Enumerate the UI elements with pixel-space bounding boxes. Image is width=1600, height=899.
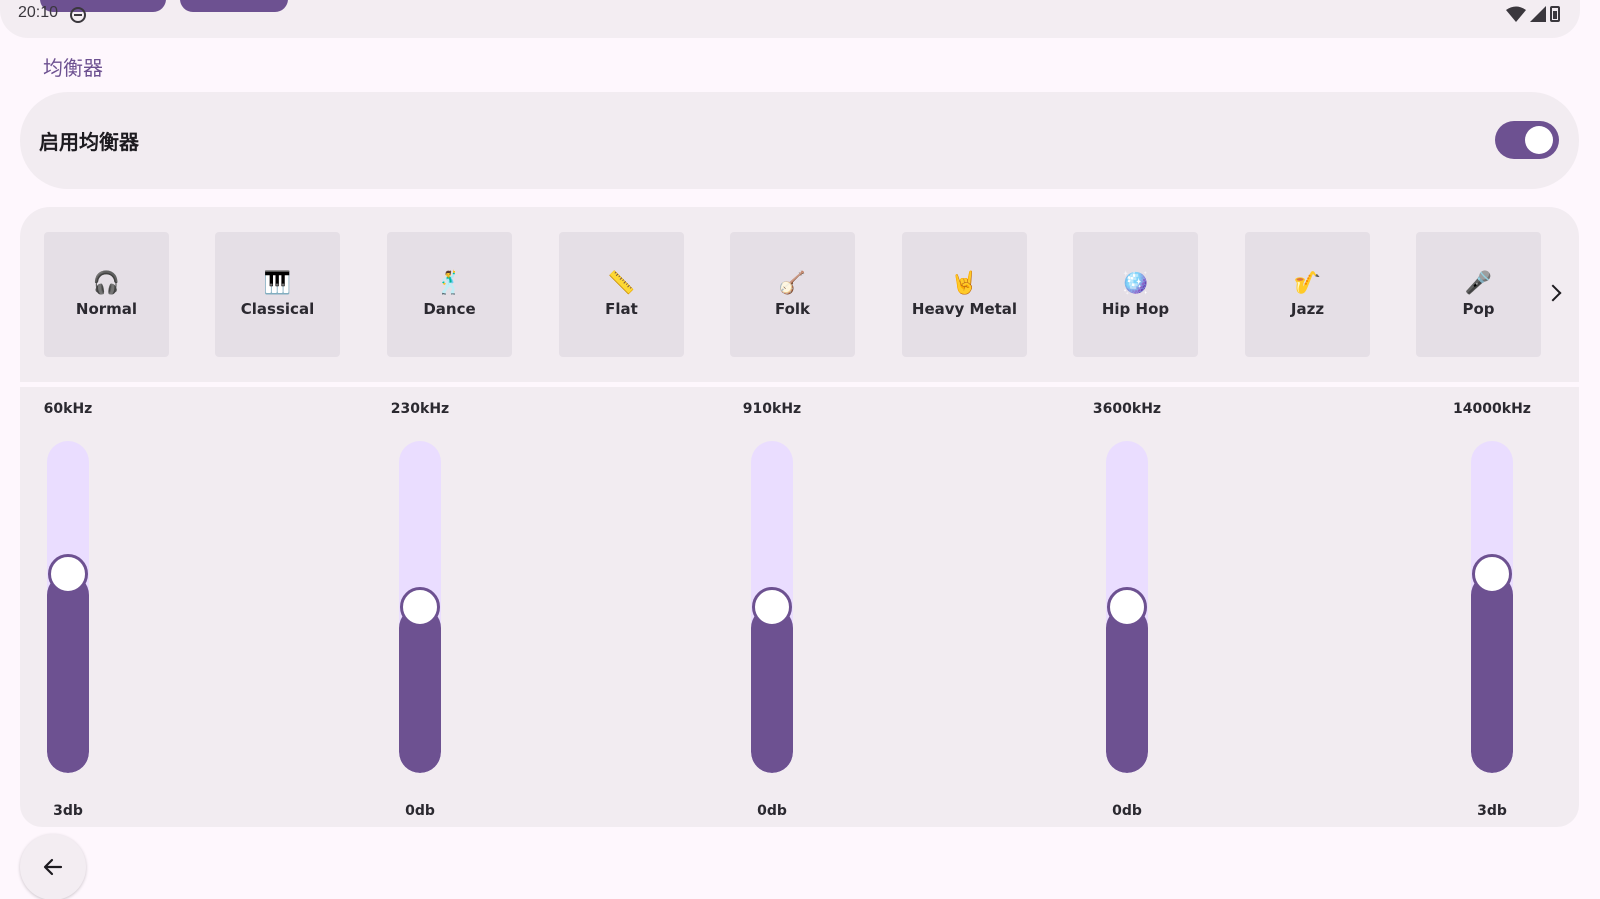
preset-normal[interactable]: 🎧 Normal bbox=[44, 232, 169, 357]
do-not-disturb-icon bbox=[70, 7, 86, 23]
slider-fill bbox=[399, 607, 441, 773]
rock-hand-icon: 🤘 bbox=[950, 270, 979, 296]
band-frequency-label: 60kHz bbox=[43, 401, 93, 417]
wifi-icon bbox=[1506, 6, 1526, 22]
dancer-icon: 🕺 bbox=[435, 270, 464, 296]
preset-pop[interactable]: 🎤 Pop bbox=[1416, 232, 1541, 357]
band-frequency-label: 910kHz bbox=[742, 401, 802, 417]
preset-label: Normal bbox=[75, 299, 138, 318]
enable-equalizer-switch[interactable] bbox=[1495, 121, 1559, 159]
ruler-icon: 📏 bbox=[607, 270, 636, 296]
battery-icon bbox=[1550, 6, 1560, 22]
band-gain-label: 0db bbox=[1112, 803, 1142, 819]
band-gain-label: 0db bbox=[757, 803, 787, 819]
slider-track[interactable] bbox=[1471, 441, 1513, 773]
band-frequency-label: 14000kHz bbox=[1453, 401, 1531, 417]
enable-equalizer-label: 启用均衡器 bbox=[39, 130, 139, 154]
disco-ball-icon: 🪩 bbox=[1121, 270, 1150, 296]
system-icons bbox=[1506, 6, 1560, 22]
preset-label: Jazz bbox=[1290, 299, 1325, 318]
preset-folk[interactable]: 🪕 Folk bbox=[730, 232, 855, 357]
arrow-back-icon bbox=[43, 858, 63, 876]
headphones-icon: 🎧 bbox=[92, 270, 121, 296]
band-gain-label: 0db bbox=[405, 803, 435, 819]
preset-jazz[interactable]: 🎷 Jazz bbox=[1245, 232, 1370, 357]
slider-thumb[interactable] bbox=[1107, 587, 1147, 627]
preset-label: Folk bbox=[774, 299, 811, 318]
band-gain-label: 3db bbox=[53, 803, 83, 819]
slider-fill bbox=[1106, 607, 1148, 773]
preset-label: Heavy Metal bbox=[911, 299, 1018, 318]
band-slider[interactable]: 3600kHz 0db bbox=[1067, 387, 1187, 827]
microphone-icon: 🎤 bbox=[1464, 270, 1493, 296]
top-tab-pill[interactable] bbox=[180, 0, 288, 12]
slider-thumb[interactable] bbox=[400, 587, 440, 627]
banjo-icon: 🪕 bbox=[778, 270, 807, 296]
preset-hip-hop[interactable]: 🪩 Hip Hop bbox=[1073, 232, 1198, 357]
band-frequency-label: 230kHz bbox=[390, 401, 450, 417]
slider-track[interactable] bbox=[47, 441, 89, 773]
slider-thumb[interactable] bbox=[1472, 554, 1512, 594]
presets-list: 🎧 Normal 🎹 Classical 🕺 Dance 📏 Flat 🪕 Folk 🤘 Heavy … bbox=[20, 207, 1579, 382]
section-title: 均衡器 bbox=[43, 56, 103, 80]
slider-thumb[interactable] bbox=[48, 554, 88, 594]
band-slider[interactable]: 60kHz 3db bbox=[8, 387, 128, 827]
preset-label: Dance bbox=[423, 299, 476, 318]
status-time: 20:10 bbox=[18, 4, 59, 21]
preset-label: Classical bbox=[240, 299, 315, 318]
preset-label: Pop bbox=[1462, 299, 1495, 318]
top-tab-pill[interactable] bbox=[40, 0, 166, 12]
band-gain-label: 3db bbox=[1477, 803, 1507, 819]
switch-knob bbox=[1525, 126, 1553, 154]
band-frequency-label: 3600kHz bbox=[1092, 401, 1162, 417]
slider-fill bbox=[751, 607, 793, 773]
chevron-right-icon[interactable] bbox=[1544, 284, 1562, 302]
back-button[interactable] bbox=[20, 834, 86, 899]
preset-label: Flat bbox=[605, 299, 638, 318]
preset-dance[interactable]: 🕺 Dance bbox=[387, 232, 512, 357]
band-slider[interactable]: 910kHz 0db bbox=[712, 387, 832, 827]
band-slider[interactable]: 14000kHz 3db bbox=[1432, 387, 1552, 827]
slider-fill bbox=[1471, 574, 1513, 773]
preset-heavy-metal[interactable]: 🤘 Heavy Metal bbox=[902, 232, 1027, 357]
piano-icon: 🎹 bbox=[263, 270, 292, 296]
preset-flat[interactable]: 📏 Flat bbox=[559, 232, 684, 357]
preset-label: Hip Hop bbox=[1101, 299, 1170, 318]
band-slider[interactable]: 230kHz 0db bbox=[360, 387, 480, 827]
status-bar: 20:10 bbox=[0, 0, 1580, 38]
cell-signal-icon bbox=[1530, 6, 1546, 22]
slider-fill bbox=[47, 574, 89, 773]
equalizer-bands: 60kHz 3db 230kHz 0db 910kHz 0db 3600kHz 0db 1400… bbox=[20, 387, 1579, 827]
enable-equalizer-row[interactable]: 启用均衡器 bbox=[20, 92, 1579, 189]
preset-classical[interactable]: 🎹 Classical bbox=[215, 232, 340, 357]
saxophone-icon: 🎷 bbox=[1293, 270, 1322, 296]
slider-thumb[interactable] bbox=[752, 587, 792, 627]
